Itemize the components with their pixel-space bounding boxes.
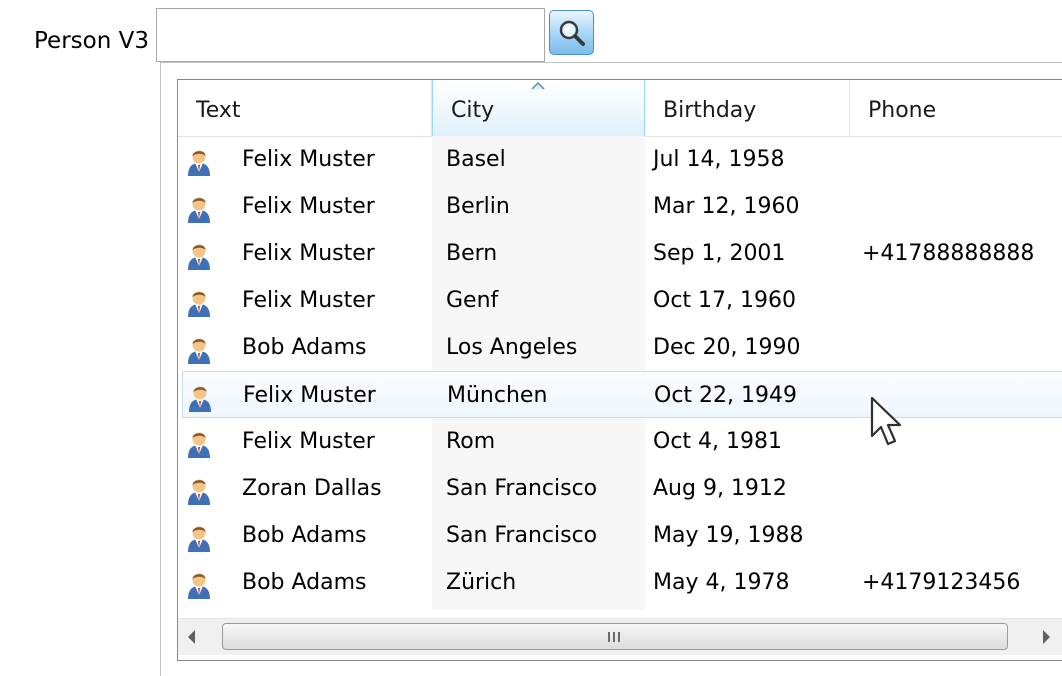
person-icon <box>188 291 210 317</box>
person-icon-cell <box>186 146 212 176</box>
cell-birthday: May 19, 1988 <box>653 523 804 548</box>
scrollbar-thumb[interactable] <box>222 623 1008 650</box>
cell-phone: +4179123456 <box>862 570 1021 595</box>
cell-city: Genf <box>446 288 499 313</box>
person-icon-cell <box>186 287 212 317</box>
magnifier-icon <box>559 20 585 46</box>
table-row[interactable]: Felix Muster Berlin Mar 12, 1960 <box>178 183 1062 230</box>
cell-city: San Francisco <box>446 476 598 501</box>
person-icon-cell <box>186 240 212 270</box>
person-icon-cell <box>186 334 212 364</box>
cell-birthday: Oct 22, 1949 <box>654 383 797 408</box>
cell-birthday: Dec 20, 1990 <box>653 335 801 360</box>
cell-text: Felix Muster <box>242 241 375 266</box>
column-header-birthday[interactable]: Birthday <box>645 80 850 136</box>
cell-city: San Francisco <box>446 523 598 548</box>
person-icon <box>188 244 210 270</box>
table-row[interactable]: Bob Adams Zürich May 4, 1978 +4179123456 <box>178 559 1062 606</box>
cell-birthday: Mar 12, 1960 <box>653 194 800 219</box>
cell-text: Zoran Dallas <box>242 476 382 501</box>
cell-city: Los Angeles <box>446 335 578 360</box>
cell-text: Bob Adams <box>242 335 367 360</box>
search-input[interactable] <box>156 8 545 62</box>
cell-birthday: Aug 9, 1912 <box>653 476 787 501</box>
cell-birthday: Jul 14, 1958 <box>653 147 785 172</box>
table-row[interactable]: Bob Adams Los Angeles Dec 20, 1990 <box>178 324 1062 371</box>
table-row[interactable]: Felix Muster München Oct 22, 1949 <box>182 371 1062 418</box>
table-header: Text City Birthday Phone <box>178 80 1062 137</box>
scroll-right-icon[interactable] <box>1043 630 1050 644</box>
table-row[interactable]: Felix Muster Genf Oct 17, 1960 <box>178 277 1062 324</box>
cell-city: Rom <box>446 429 496 454</box>
cell-birthday: Sep 1, 2001 <box>653 241 786 266</box>
cell-text: Felix Muster <box>242 147 375 172</box>
cell-text: Felix Muster <box>243 383 376 408</box>
cell-text: Felix Muster <box>242 194 375 219</box>
table-row[interactable]: Felix Muster Rom Oct 4, 1981 <box>178 418 1062 465</box>
person-icon <box>188 573 210 599</box>
cell-text: Felix Muster <box>242 429 375 454</box>
person-icon <box>189 386 211 412</box>
cell-birthday: May 4, 1978 <box>653 570 790 595</box>
person-icon-cell <box>186 475 212 505</box>
column-header-text[interactable]: Text <box>178 80 432 136</box>
cell-city: Berlin <box>446 194 510 219</box>
cell-phone: +41788888888 <box>862 241 1035 266</box>
mouse-pointer-icon <box>870 396 902 446</box>
person-icon-cell <box>186 522 212 552</box>
person-icon <box>188 479 210 505</box>
person-icon <box>188 338 210 364</box>
search-button[interactable] <box>549 10 594 55</box>
person-icon <box>188 432 210 458</box>
sort-ascending-icon <box>531 82 545 90</box>
person-icon <box>188 150 210 176</box>
table-row[interactable]: Bob Adams San Francisco May 19, 1988 <box>178 512 1062 559</box>
scroll-left-icon[interactable] <box>188 630 195 644</box>
cell-text: Bob Adams <box>242 523 367 548</box>
results-table: Text City Birthday Phone Felix Muster Bas… <box>177 79 1062 661</box>
column-header-phone[interactable]: Phone <box>850 80 1062 136</box>
field-label: Person V3 <box>34 28 149 54</box>
cell-text: Felix Muster <box>242 288 375 313</box>
person-icon-cell <box>186 428 212 458</box>
cell-text: Bob Adams <box>242 570 367 595</box>
column-header-city[interactable]: City <box>432 80 645 136</box>
cell-city: Bern <box>446 241 498 266</box>
cell-city: Basel <box>446 147 506 172</box>
cell-city: München <box>447 383 548 408</box>
cell-birthday: Oct 4, 1981 <box>653 429 783 454</box>
table-rows: Felix Muster Basel Jul 14, 1958 Felix Must… <box>178 136 1062 606</box>
person-icon <box>188 197 210 223</box>
cell-city: Zürich <box>446 570 517 595</box>
table-row[interactable]: Zoran Dallas San Francisco Aug 9, 1912 <box>178 465 1062 512</box>
grip-icon <box>608 632 622 642</box>
horizontal-scrollbar[interactable] <box>178 618 1062 655</box>
column-header-city-label: City <box>451 98 495 123</box>
person-icon-cell <box>186 193 212 223</box>
person-icon-cell <box>187 382 213 412</box>
cell-birthday: Oct 17, 1960 <box>653 288 796 313</box>
table-row[interactable]: Felix Muster Basel Jul 14, 1958 <box>178 136 1062 183</box>
table-row[interactable]: Felix Muster Bern Sep 1, 2001 +41788888888 <box>178 230 1062 277</box>
person-icon-cell <box>186 569 212 599</box>
proposal-popup: Text City Birthday Phone Felix Muster Bas… <box>160 62 1062 676</box>
person-icon <box>188 526 210 552</box>
